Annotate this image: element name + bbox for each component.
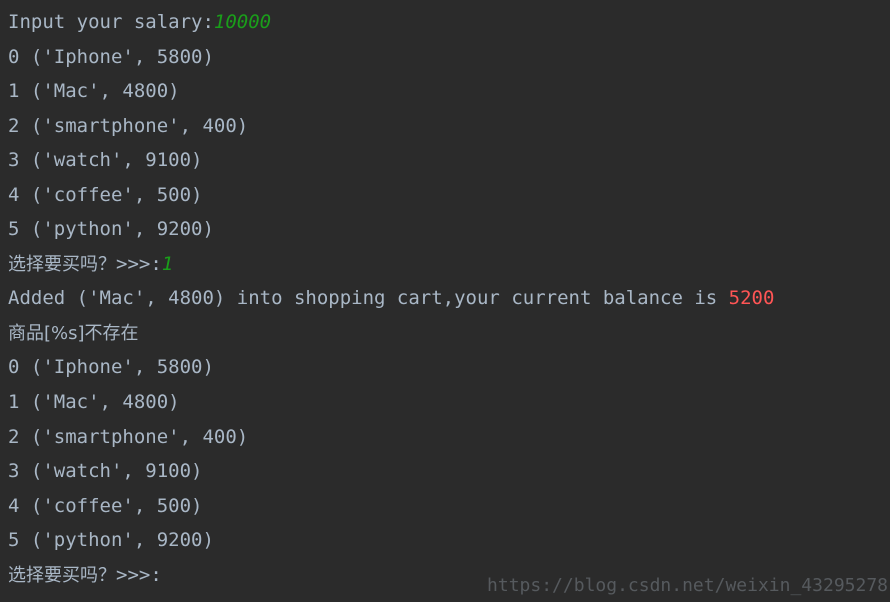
terminal-line-not-exist-message-segment-0: 商品[%s]不存在: [8, 322, 139, 344]
terminal-line-product-4-b: 4 ('coffee', 500): [8, 489, 890, 524]
terminal-line-buy-prompt-1-segment-2: 1: [161, 252, 174, 275]
terminal-line-product-2-a-segment-0: 2 ('smartphone', 400): [8, 114, 249, 137]
terminal-line-product-3-b-segment-0: 3 ('watch', 9100): [8, 460, 203, 483]
terminal-line-buy-prompt-1: 选择要买吗？>>>:1: [8, 247, 890, 282]
terminal-line-product-3-b: 3 ('watch', 9100): [8, 454, 890, 489]
terminal-line-salary-prompt-segment-0: Input your salary:: [8, 11, 214, 33]
terminal-output-lines: Input your salary:10000 0 ('Iphone', 5800…: [8, 0, 890, 592]
terminal-line-added-message-segment-0: Added ('Mac', 4800) into shopping cart,y…: [8, 287, 729, 310]
terminal-line-product-0-a-segment-0: 0 ('Iphone', 5800): [8, 45, 214, 68]
terminal-line-product-1-a: 1 ('Mac', 4800): [8, 74, 890, 109]
terminal-line-buy-prompt-1-segment-1: >>>:: [116, 252, 162, 275]
terminal-line-product-5-a: 5 ('python', 9200): [8, 212, 890, 247]
terminal-line-product-1-b-segment-0: 1 ('Mac', 4800): [8, 391, 180, 414]
csdn-watermark: https://blog.csdn.net/weixin_43295278: [487, 575, 888, 596]
terminal-line-salary-prompt: Input your salary:10000: [8, 5, 890, 40]
terminal-line-buy-prompt-2-segment-1: >>>:: [116, 563, 162, 586]
terminal-console[interactable]: Input your salary:10000 0 ('Iphone', 5800…: [0, 0, 890, 602]
terminal-line-product-3-a-segment-0: 3 ('watch', 9100): [8, 149, 203, 172]
terminal-line-buy-prompt-1-segment-0: 选择要买吗？: [8, 253, 116, 275]
terminal-line-not-exist-message: 商品[%s]不存在: [8, 316, 890, 351]
terminal-line-product-0-b-segment-0: 0 ('Iphone', 5800): [8, 356, 214, 379]
terminal-line-product-1-a-segment-0: 1 ('Mac', 4800): [8, 80, 180, 103]
terminal-line-product-4-b-segment-0: 4 ('coffee', 500): [8, 494, 203, 517]
terminal-line-product-4-a-segment-0: 4 ('coffee', 500): [8, 183, 203, 206]
terminal-line-product-5-b-segment-0: 5 ('python', 9200): [8, 529, 214, 552]
terminal-line-product-3-a: 3 ('watch', 9100): [8, 143, 890, 178]
terminal-line-added-message-segment-1: 5200: [728, 287, 775, 310]
terminal-line-product-2-b: 2 ('smartphone', 400): [8, 420, 890, 455]
terminal-line-product-2-a: 2 ('smartphone', 400): [8, 109, 890, 144]
terminal-line-product-2-b-segment-0: 2 ('smartphone', 400): [8, 425, 249, 448]
terminal-line-added-message: Added ('Mac', 4800) into shopping cart,y…: [8, 281, 890, 316]
terminal-line-product-0-b: 0 ('Iphone', 5800): [8, 350, 890, 385]
terminal-line-product-0-a: 0 ('Iphone', 5800): [8, 40, 890, 75]
terminal-line-product-1-b: 1 ('Mac', 4800): [8, 385, 890, 420]
terminal-line-salary-prompt-segment-1: 10000: [213, 11, 272, 33]
terminal-line-buy-prompt-2-segment-0: 选择要买吗？: [8, 564, 116, 586]
terminal-line-product-5-b: 5 ('python', 9200): [8, 523, 890, 558]
terminal-line-product-5-a-segment-0: 5 ('python', 9200): [8, 218, 214, 241]
terminal-line-product-4-a: 4 ('coffee', 500): [8, 178, 890, 213]
